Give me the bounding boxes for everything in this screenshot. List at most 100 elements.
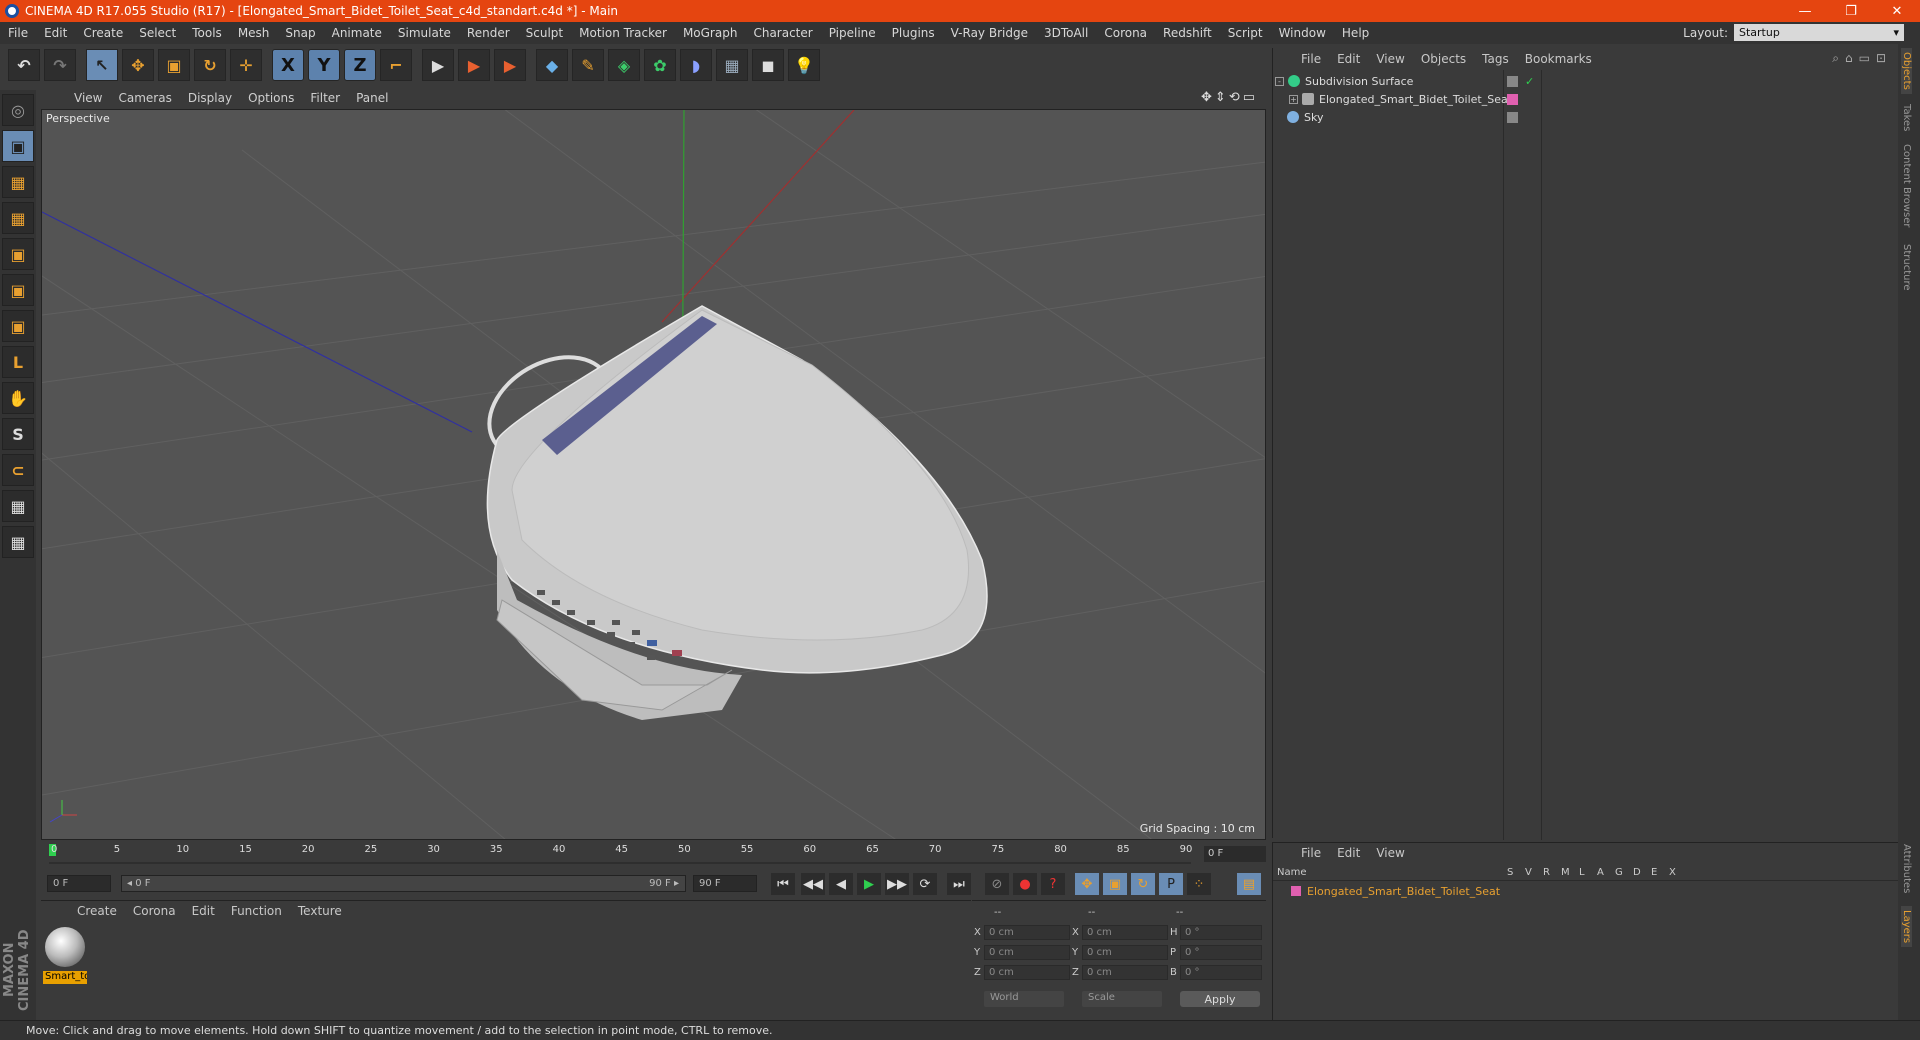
select-tool-button[interactable]: ↖ [86,49,118,81]
menu-snap[interactable]: Snap [277,26,323,40]
menu-select[interactable]: Select [131,26,184,40]
texture-mode-button[interactable]: ▦ [2,166,34,198]
size-z-field[interactable]: 0 cm [1082,965,1168,980]
layer-menu-file[interactable]: File [1293,846,1329,860]
timeline-button[interactable]: ▤ [1237,873,1261,895]
menu-sculpt[interactable]: Sculpt [518,26,571,40]
tab-structure[interactable]: Structure [1901,244,1912,291]
y-axis-lock-button[interactable]: Y [308,49,340,81]
play-button[interactable]: ▶ [857,873,881,895]
tab-content-browser[interactable]: Content Browser [1901,144,1912,227]
viewport-menu-display[interactable]: Display [180,91,240,105]
end-frame-field[interactable]: 90 F [693,875,757,892]
coord-space-dropdown[interactable]: World [984,991,1064,1007]
record-button[interactable]: ● [1013,873,1037,895]
viewport-menu-filter[interactable]: Filter [302,91,348,105]
material-menu-create[interactable]: Create [69,904,125,918]
render-view-button[interactable]: ▶ [422,49,454,81]
snap-button[interactable]: ⊂ [2,454,34,486]
start-frame-field[interactable]: 0 F [47,875,111,892]
workplane-lock-button[interactable]: ▦ [2,490,34,522]
cube-object-button[interactable]: ◆ [536,49,568,81]
menu-file[interactable]: File [0,26,36,40]
material-menu-corona[interactable]: Corona [125,904,184,918]
current-frame-field[interactable]: 0 F [1204,846,1266,862]
menu-simulate[interactable]: Simulate [390,26,459,40]
minimize-button[interactable]: — [1782,0,1828,22]
menu-corona[interactable]: Corona [1096,26,1155,40]
viewport-menu-view[interactable]: View [66,91,110,105]
undo-button[interactable]: ↶ [8,49,40,81]
layer-menu-edit[interactable]: Edit [1329,846,1368,860]
coordinate-system-button[interactable]: ⌐ [380,49,412,81]
previous-frame-button[interactable]: ◀ [829,873,853,895]
next-frame-button[interactable]: ▶▶ [885,873,909,895]
move-tool-button[interactable]: ✥ [122,49,154,81]
rotate-tool-button[interactable]: ↻ [194,49,226,81]
rotation-p-field[interactable]: 0 ° [1180,945,1262,960]
maximize-button[interactable]: ❐ [1828,0,1874,22]
rotation-h-field[interactable]: 0 ° [1180,925,1262,940]
pen-spline-button[interactable]: ✎ [572,49,604,81]
layer-color-swatch[interactable] [1291,886,1301,896]
render-settings-button[interactable]: ▶ [494,49,526,81]
object-menu-bookmarks[interactable]: Bookmarks [1517,52,1600,66]
viewport-menu-cameras[interactable]: Cameras [110,91,179,105]
layer-menu-view[interactable]: View [1368,846,1412,860]
timeline[interactable]: 0 5 10 15 20 25 30 35 40 45 50 55 60 65 70 75 80 85 90 0 F [41,841,1266,869]
menu-create[interactable]: Create [75,26,131,40]
material-menu-edit[interactable]: Edit [184,904,223,918]
autokey-button[interactable]: ? [1041,873,1065,895]
rotation-b-field[interactable]: 0 ° [1180,965,1262,980]
position-y-field[interactable]: 0 cm [984,945,1070,960]
layer-row[interactable]: Elongated_Smart_Bidet_Toilet_Seat [1273,883,1899,899]
menu-mograph[interactable]: MoGraph [675,26,746,40]
viewport-menu-panel[interactable]: Panel [348,91,396,105]
object-menu-objects[interactable]: Objects [1413,52,1474,66]
viewport-nav-icons[interactable]: ✥⇕⟲▭ [1201,90,1258,105]
close-button[interactable]: ✕ [1874,0,1920,22]
key-scale-button[interactable]: ▣ [1103,873,1127,895]
model-mode-button[interactable]: ▣ [2,130,34,162]
menu-character[interactable]: Character [745,26,820,40]
menu-plugins[interactable]: Plugins [884,26,943,40]
loop-button[interactable]: ⟳ [913,873,937,895]
tab-layers[interactable]: Layers [1901,906,1912,948]
object-menu-file[interactable]: File [1293,52,1329,66]
menu-help[interactable]: Help [1334,26,1377,40]
menu-mesh[interactable]: Mesh [230,26,278,40]
render-picture-viewer-button[interactable]: ▶ [458,49,490,81]
planar-workplane-button[interactable]: ▦ [2,526,34,558]
key-pla-button[interactable]: ⁘ [1187,873,1211,895]
tab-objects[interactable]: Objects [1901,48,1912,94]
workplane-mode-button[interactable]: ▦ [2,202,34,234]
material-preview[interactable] [45,927,85,967]
position-x-field[interactable]: 0 cm [984,925,1070,940]
object-row[interactable]: Sky [1275,108,1895,126]
menu-script[interactable]: Script [1220,26,1271,40]
x-axis-lock-button[interactable]: X [272,49,304,81]
object-row[interactable]: + Elongated_Smart_Bidet_Toilet_Seat [1275,90,1895,108]
light-button[interactable]: 💡 [788,49,820,81]
axis-mode-button[interactable]: L [2,346,34,378]
scale-tool-button[interactable]: ▣ [158,49,190,81]
floor-button[interactable]: ▦ [716,49,748,81]
solo-button[interactable]: S [2,418,34,450]
expand-icon[interactable]: - [1275,76,1284,86]
perspective-viewport[interactable]: Perspective Grid Spacing : 10 cm [41,109,1266,840]
object-manager-icons[interactable]: ⌕⌂▭⊡ [1832,51,1892,66]
viewport-menu-options[interactable]: Options [240,91,302,105]
checkmark-icon[interactable]: ✓ [1525,75,1534,88]
key-position-button[interactable]: ✥ [1075,873,1099,895]
layout-dropdown[interactable]: Startup ▾ [1734,24,1904,41]
menu-3dtoall[interactable]: 3DToAll [1036,26,1096,40]
previous-key-button[interactable]: ◀◀ [801,873,825,895]
go-to-start-button[interactable]: ⏮ [771,873,795,895]
deformer-button[interactable]: ◗ [680,49,712,81]
menu-render[interactable]: Render [459,26,518,40]
menu-redshift[interactable]: Redshift [1155,26,1220,40]
menu-tools[interactable]: Tools [184,26,230,40]
edges-mode-button[interactable]: ▣ [2,274,34,306]
size-y-field[interactable]: 0 cm [1082,945,1168,960]
axis-tool-button[interactable]: ✛ [230,49,262,81]
